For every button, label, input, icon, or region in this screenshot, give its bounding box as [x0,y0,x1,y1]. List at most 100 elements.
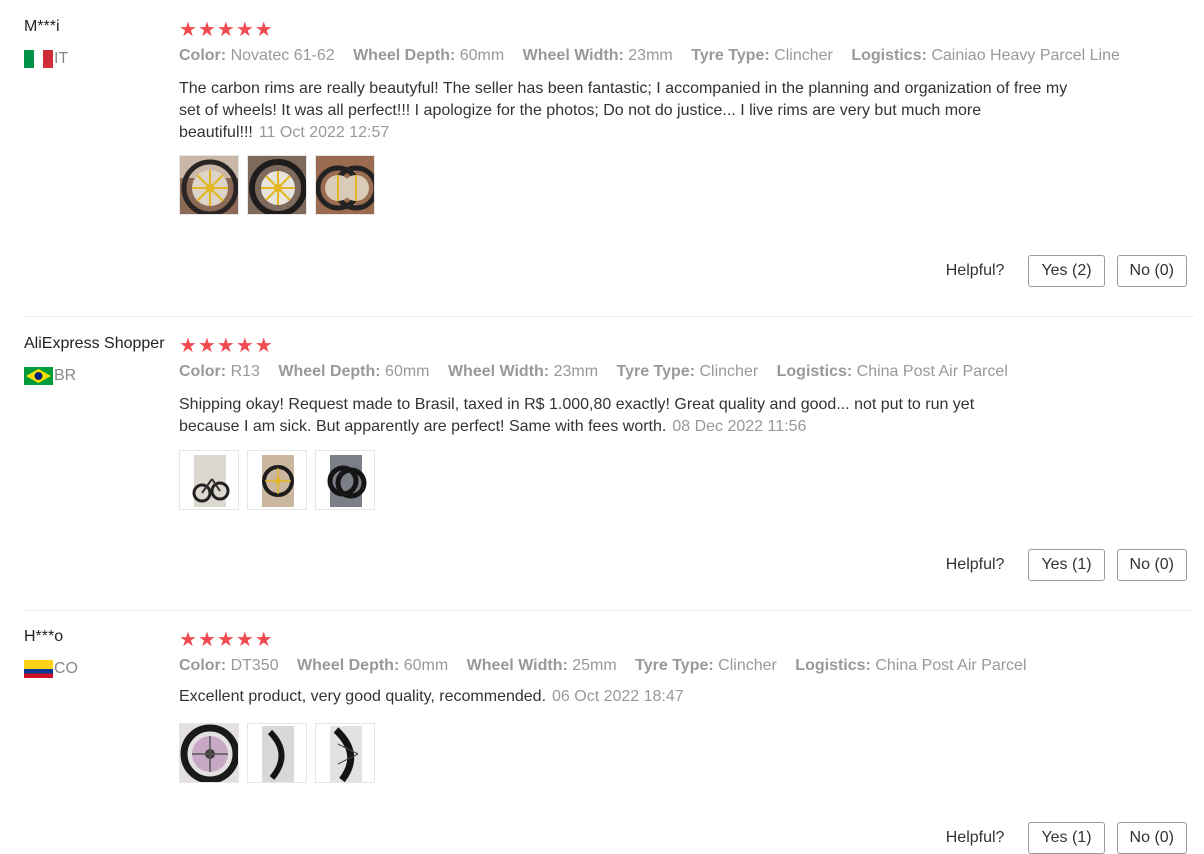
country-code: BR [54,367,77,384]
reviewer-name: H***o [24,628,64,645]
attr-value: R13 [230,363,260,380]
star-icon: ★ [254,17,273,41]
attr-key: Wheel Width: [447,363,550,380]
attr-key: Logistics: [851,47,927,64]
attr-value: 23mm [553,363,599,380]
attr-key: Tyre Type: [635,657,714,674]
country-code: CO [54,660,78,677]
star-icon: ★ [235,627,254,651]
star-icon: ★ [197,333,216,357]
reviewer-name: AliExpress Shopper [24,335,165,352]
attr-value: Clincher [699,363,759,380]
attr-key: Wheel Depth: [297,657,400,674]
reviewer-country: BR [24,367,76,385]
star-icon: ★ [197,627,216,651]
helpful-no-button[interactable]: No (0) [1116,822,1187,854]
star-icon: ★ [216,333,235,357]
review-divider [24,610,1194,611]
review-photos [179,723,375,783]
review-text: Excellent product, very good quality, re… [179,686,1069,708]
review-photos [179,155,375,215]
product-attributes: Color: DT350 Wheel Depth: 60mm Wheel Wid… [179,657,1041,675]
colombia-flag-icon [24,660,53,678]
star-icon: ★ [254,333,273,357]
star-rating: ★ ★ ★ ★ ★ [179,629,1189,649]
attr-key: Wheel Depth: [278,363,381,380]
attr-value: Cainiao Heavy Parcel Line [931,47,1120,64]
helpful-vote: Helpful? Yes (2) No (0) [946,255,1187,287]
review-photo-thumbnail[interactable] [179,155,239,215]
review-photo-thumbnail[interactable] [315,155,375,215]
helpful-label: Helpful? [945,556,1005,573]
helpful-yes-button[interactable]: Yes (1) [1028,822,1105,854]
reviewer-country: CO [24,660,78,678]
review-text: The carbon rims are really beautyful! Th… [179,78,1069,144]
review-date: 11 Oct 2022 12:57 [258,124,390,141]
helpful-no-button[interactable]: No (0) [1116,255,1187,287]
review-photo-thumbnail[interactable] [179,723,239,783]
product-attributes: Color: Novatec 61-62 Wheel Depth: 60mm W… [179,47,1134,65]
attr-key: Wheel Width: [522,47,624,64]
helpful-vote: Helpful? Yes (1) No (0) [946,822,1187,854]
review-body: Shipping okay! Request made to Brasil, t… [179,396,975,435]
helpful-yes-button[interactable]: Yes (2) [1028,255,1105,287]
attr-value: Novatec 61-62 [230,47,335,64]
attr-key: Wheel Width: [466,657,568,674]
star-rating: ★ ★ ★ ★ ★ [179,19,1189,39]
italy-flag-icon [24,50,53,68]
attr-key: Color: [179,657,227,674]
attr-value: 23mm [628,47,673,64]
attr-key: Tyre Type: [616,363,696,380]
attr-value: China Post Air Parcel [875,657,1027,674]
reviewer-name: M***i [24,18,60,35]
helpful-vote: Helpful? Yes (1) No (0) [946,549,1187,581]
review-date: 08 Dec 2022 11:56 [672,418,807,435]
review-body: Excellent product, very good quality, re… [179,688,547,705]
attr-value: DT350 [230,657,279,674]
product-attributes: Color: R13 Wheel Depth: 60mm Wheel Width… [179,363,1022,381]
helpful-yes-button[interactable]: Yes (1) [1028,549,1105,581]
country-code: IT [54,50,69,67]
reviewer-country: IT [24,50,68,68]
attr-key: Tyre Type: [691,47,770,64]
review-photo-thumbnail[interactable] [179,450,239,510]
attr-value: 60mm [459,47,505,64]
review-photo-thumbnail[interactable] [315,723,375,783]
review-photo-thumbnail[interactable] [247,450,307,510]
star-icon: ★ [197,17,216,41]
star-icon: ★ [254,627,273,651]
helpful-label: Helpful? [945,262,1005,279]
review-photo-thumbnail[interactable] [247,155,307,215]
attr-value: 25mm [572,657,617,674]
attr-value: China Post Air Parcel [856,363,1008,380]
helpful-no-button[interactable]: No (0) [1116,549,1187,581]
brazil-flag-icon [24,367,53,385]
attr-key: Color: [179,363,227,380]
attr-value: Clincher [718,657,777,674]
attr-key: Color: [179,47,227,64]
star-icon: ★ [179,627,197,651]
review-text: Shipping okay! Request made to Brasil, t… [179,394,1029,438]
star-icon: ★ [235,17,254,41]
review-photo-thumbnail[interactable] [247,723,307,783]
review-divider [24,316,1194,317]
star-icon: ★ [235,333,254,357]
review-date: 06 Oct 2022 18:47 [552,688,684,705]
star-icon: ★ [216,627,235,651]
attr-key: Logistics: [776,363,853,380]
star-icon: ★ [179,17,197,41]
review-photos [179,450,375,510]
reviewer-info: H***o CO [24,628,78,678]
attr-value: 60mm [403,657,449,674]
star-icon: ★ [216,17,235,41]
star-rating: ★ ★ ★ ★ ★ [179,335,1189,355]
helpful-label: Helpful? [945,829,1005,846]
star-icon: ★ [179,333,197,357]
attr-key: Logistics: [795,657,871,674]
review-photo-thumbnail[interactable] [315,450,375,510]
reviewer-info: AliExpress Shopper BR [24,335,165,385]
attr-key: Wheel Depth: [353,47,456,64]
attr-value: 60mm [385,363,430,380]
reviewer-info: M***i IT [24,18,68,68]
attr-value: Clincher [774,47,833,64]
